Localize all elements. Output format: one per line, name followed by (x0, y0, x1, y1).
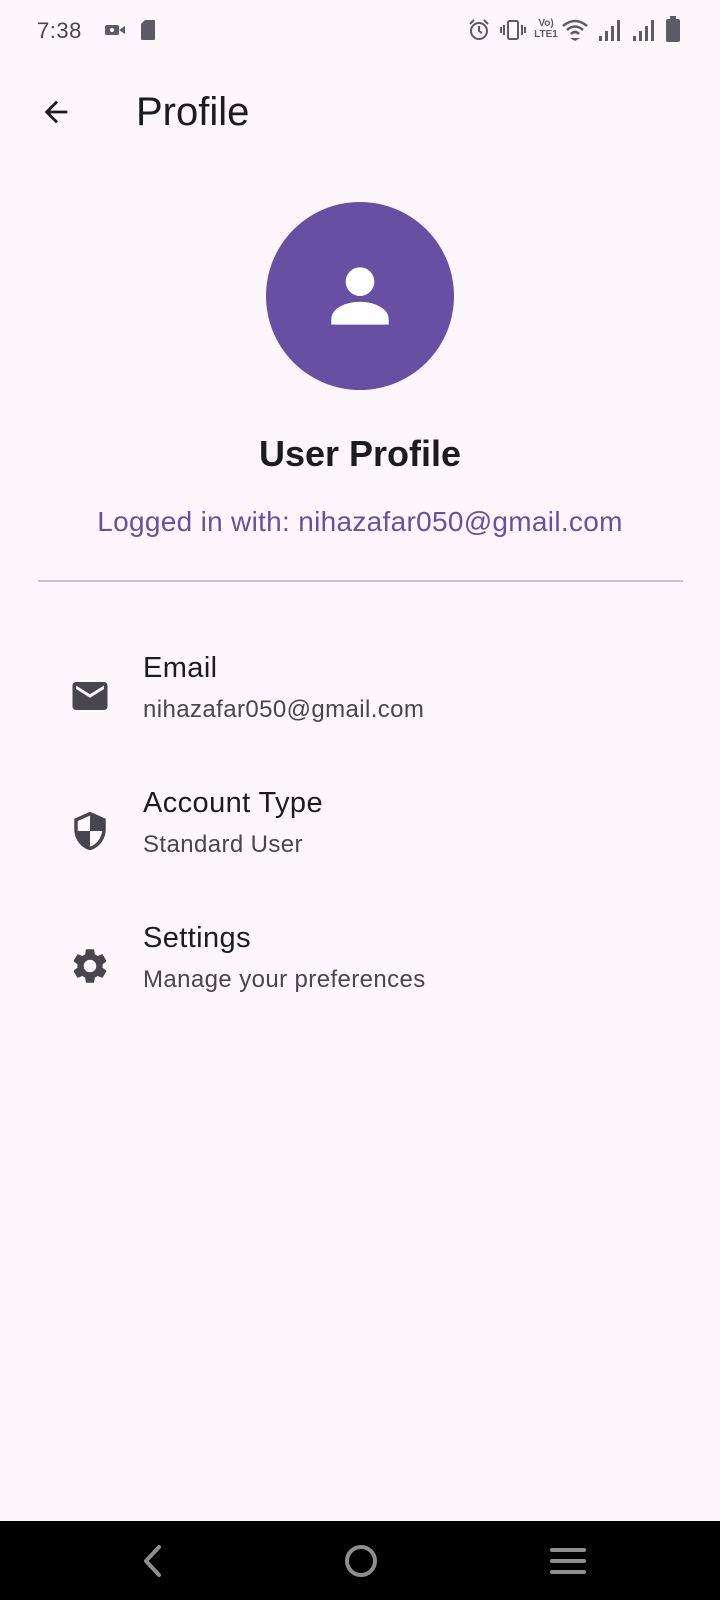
profile-heading: User Profile (258, 433, 462, 474)
arrow-back-icon (44, 100, 68, 124)
gear-icon (68, 944, 112, 988)
page-title: Profile (136, 90, 250, 134)
account-type-list-item[interactable]: Account Type Standard User (0, 775, 720, 895)
avatar (266, 202, 454, 390)
alarm-icon (469, 19, 489, 40)
divider (38, 580, 683, 582)
status-bar: 7:38 Vo) LTE1 (0, 0, 720, 64)
nav-recents-button[interactable] (540, 1533, 596, 1589)
sd-card-icon (141, 20, 155, 40)
volte-icon: Vo) LTE1 (534, 18, 558, 40)
list-item-subtitle: nihazafar050@gmail.com (143, 696, 425, 723)
signal-icon (633, 20, 654, 41)
vibrate-icon (500, 20, 526, 40)
nav-back-button[interactable] (125, 1533, 181, 1589)
email-list-item[interactable]: Email nihazafar050@gmail.com (0, 640, 720, 760)
list-item-subtitle: Standard User (143, 831, 303, 858)
logged-in-text: Logged in with: nihazafar050@gmail.com (97, 506, 623, 537)
mail-icon (68, 674, 112, 718)
app-bar: Profile (0, 64, 720, 160)
nav-back-icon (144, 1545, 161, 1577)
settings-list-item[interactable]: Settings Manage your preferences (0, 910, 720, 1030)
back-button[interactable] (28, 84, 84, 140)
nav-home-button[interactable] (333, 1533, 389, 1589)
list-item-subtitle: Manage your preferences (143, 966, 426, 993)
wifi-icon (562, 19, 588, 41)
nav-home-icon (345, 1545, 377, 1577)
person-icon (331, 267, 389, 325)
list-item-title: Settings (143, 922, 251, 954)
list-item-title: Email (143, 652, 218, 684)
status-time: 7:38 (37, 18, 82, 43)
list-item-title: Account Type (143, 787, 323, 819)
video-camera-icon (105, 25, 125, 35)
shield-icon (68, 809, 112, 853)
signal-icon (599, 20, 620, 41)
battery-icon (666, 16, 680, 42)
system-nav-bar (0, 1521, 720, 1600)
nav-recents-icon (550, 1548, 586, 1574)
